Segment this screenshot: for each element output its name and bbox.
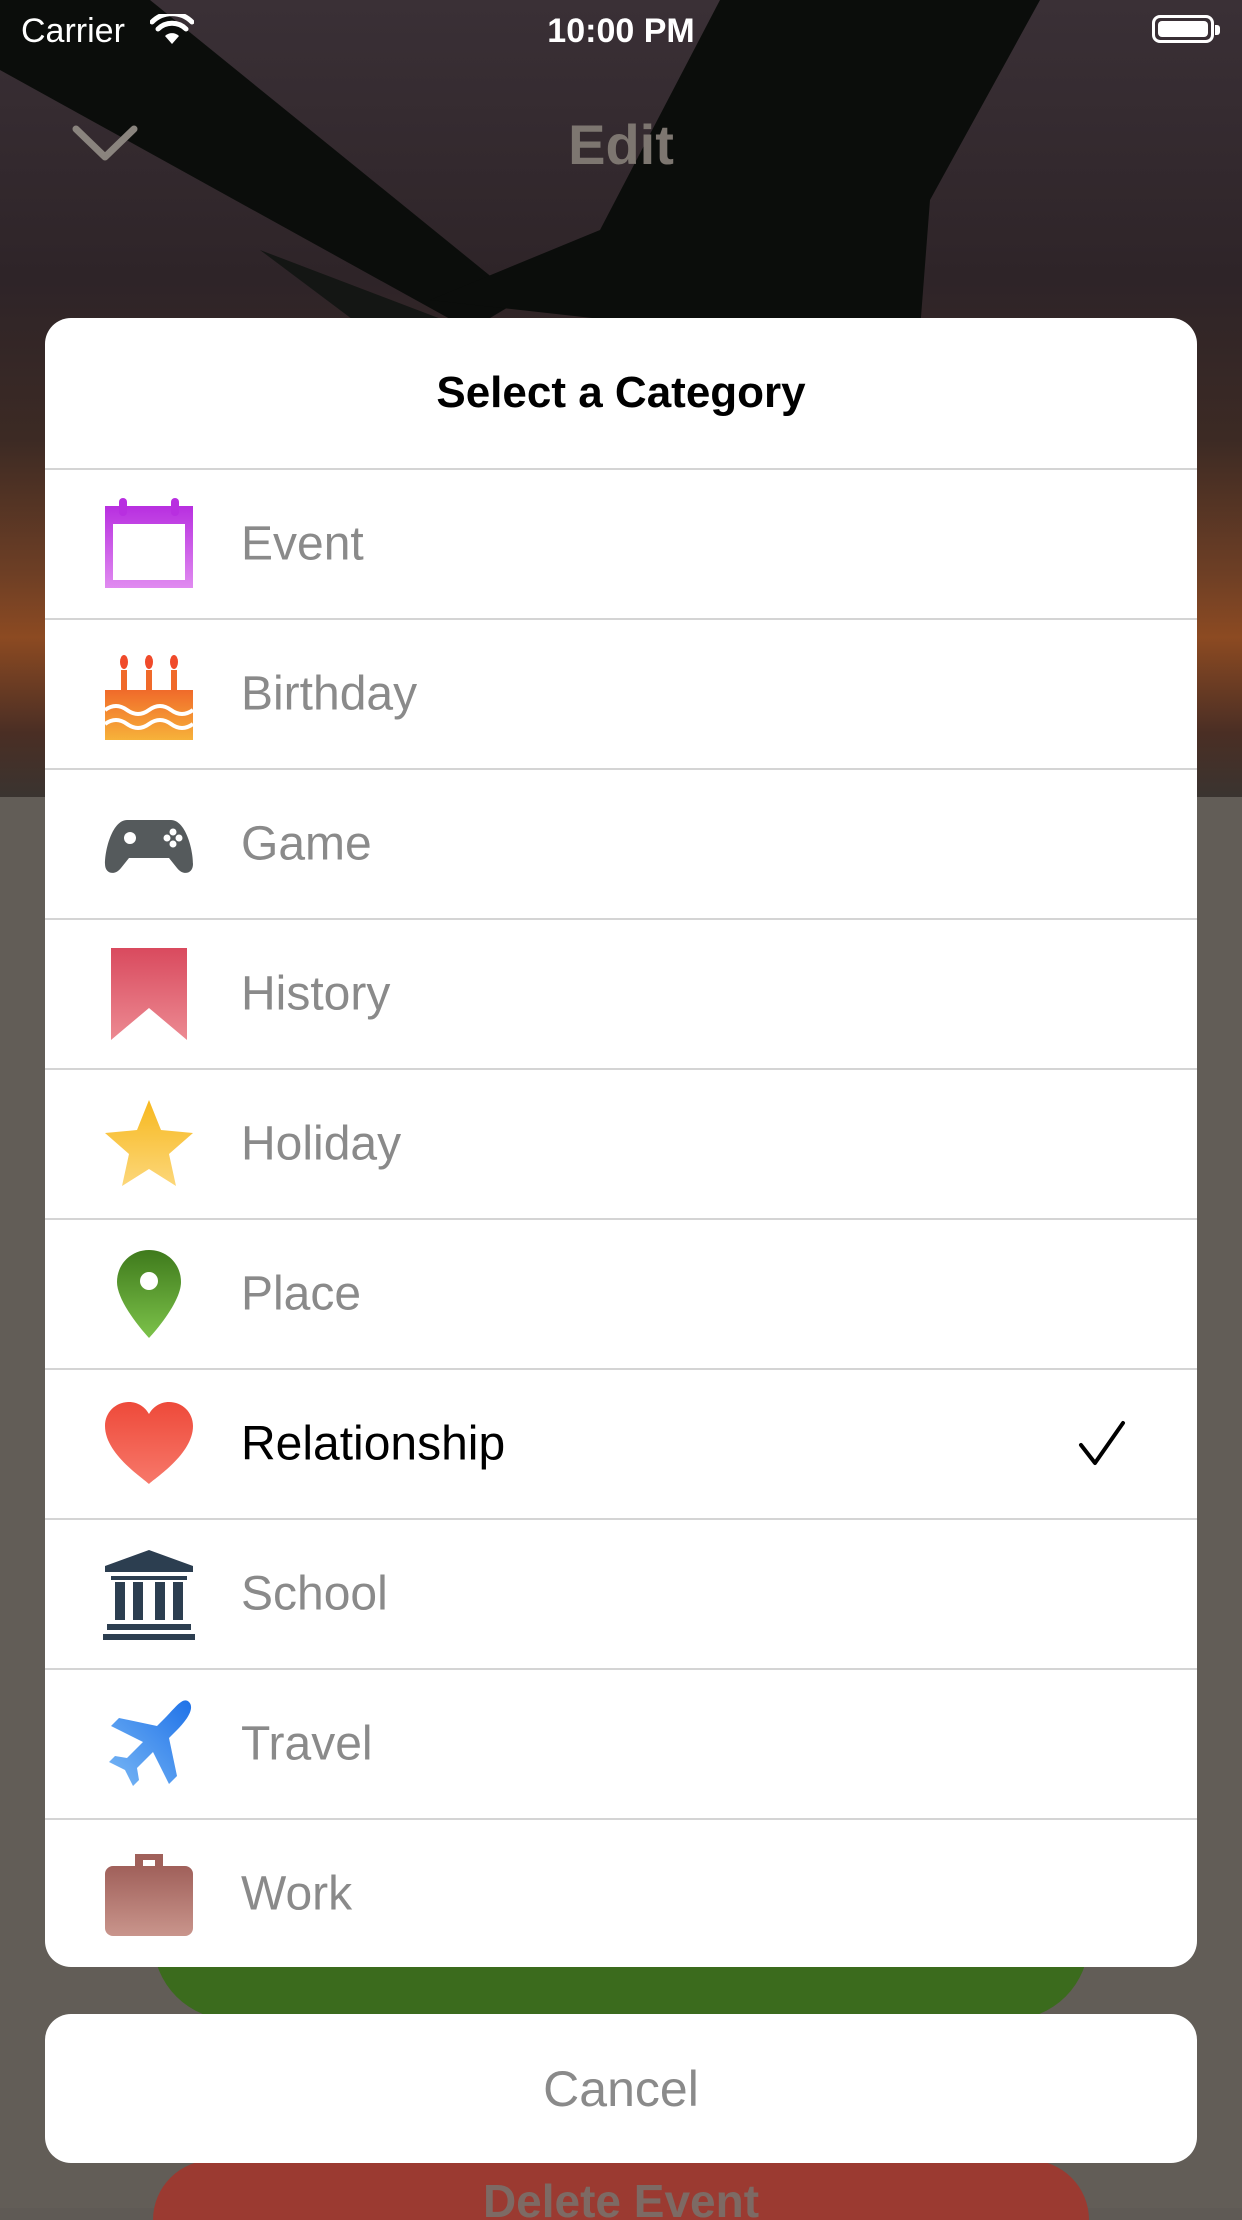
- category-item-holiday[interactable]: Holiday: [45, 1068, 1197, 1218]
- category-item-place[interactable]: Place: [45, 1218, 1197, 1368]
- airplane-icon: [109, 1700, 192, 1786]
- cancel-button[interactable]: Cancel: [45, 2014, 1197, 2163]
- category-item-work[interactable]: Work: [45, 1818, 1197, 1967]
- category-label: Travel: [241, 1717, 373, 1771]
- battery-icon: [1152, 15, 1220, 43]
- status-bar: Carrier 10:00 PM: [0, 0, 1242, 60]
- heart-icon: [105, 1402, 193, 1484]
- briefcase-icon: [105, 1854, 193, 1936]
- gamepad-icon: [105, 820, 193, 873]
- category-label: Place: [241, 1267, 362, 1321]
- category-item-event[interactable]: Event: [45, 468, 1197, 618]
- category-label: Game: [241, 817, 372, 871]
- category-item-travel[interactable]: Travel: [45, 1668, 1197, 1818]
- checkmark-icon: [1079, 1421, 1125, 1465]
- category-label: Holiday: [241, 1117, 402, 1171]
- category-item-game[interactable]: Game: [45, 768, 1197, 918]
- category-label: Birthday: [241, 667, 418, 721]
- page-title: Edit: [568, 113, 674, 176]
- category-label: Work: [241, 1867, 353, 1921]
- category-label: History: [241, 967, 391, 1021]
- category-label: Event: [241, 517, 364, 571]
- calendar-icon: [105, 498, 193, 588]
- bookmark-icon: [111, 948, 187, 1040]
- category-item-birthday[interactable]: Birthday: [45, 618, 1197, 768]
- status-time: 10:00 PM: [547, 12, 695, 50]
- category-item-relationship[interactable]: Relationship: [45, 1368, 1197, 1518]
- star-icon: [105, 1100, 193, 1186]
- category-item-school[interactable]: School: [45, 1518, 1197, 1668]
- delete-event-button: Delete Event: [153, 2160, 1089, 2220]
- school-building-icon: [103, 1550, 195, 1640]
- category-action-sheet: Select a Category Event Birthday Game Hi…: [45, 318, 1197, 1967]
- category-label: School: [241, 1567, 388, 1621]
- sheet-title: Select a Category: [436, 368, 806, 417]
- category-item-history[interactable]: History: [45, 918, 1197, 1068]
- category-label: Relationship: [241, 1417, 506, 1471]
- birthday-cake-icon: [103, 655, 195, 740]
- map-pin-icon: [117, 1250, 181, 1338]
